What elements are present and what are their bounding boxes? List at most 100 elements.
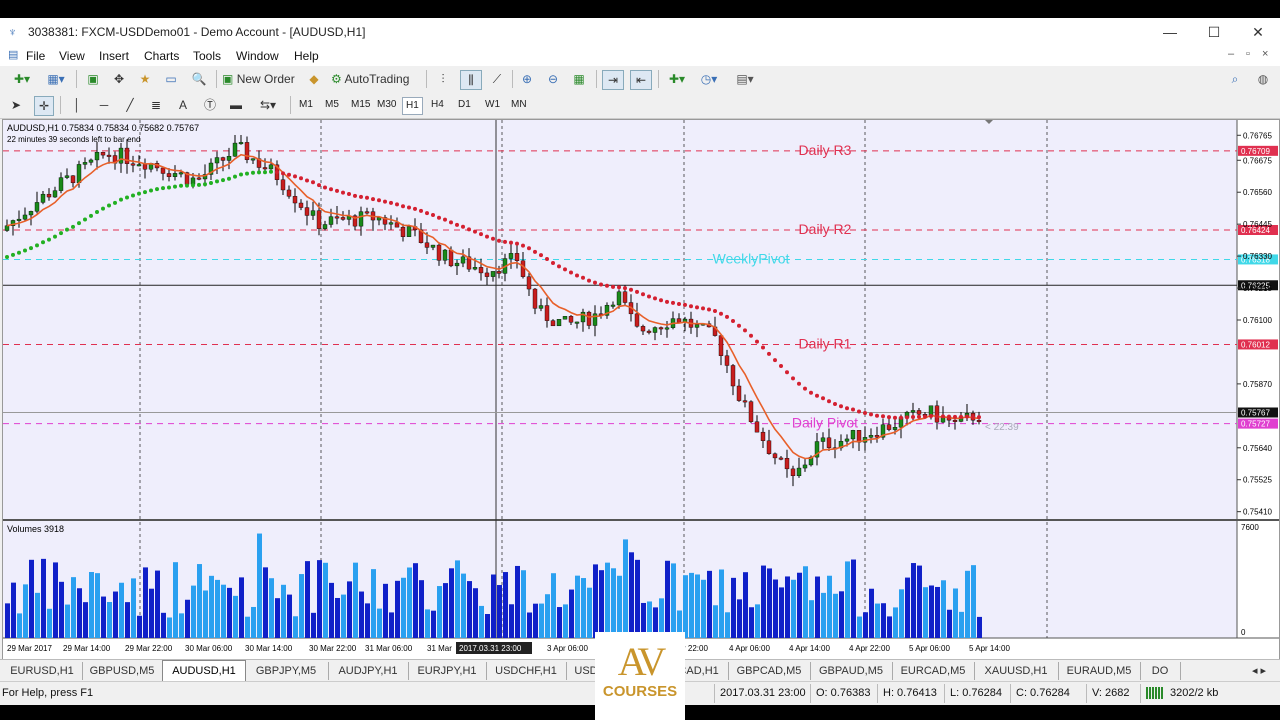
slow-ma-dot [167,185,171,190]
slow-ma-dot [605,283,609,288]
chart-tab-audjpy-h1[interactable]: AUDJPY,H1 [328,662,409,680]
arrows-icon[interactable]: ⇆▾ [254,96,282,114]
zoom-in-icon[interactable]: ⊕ [518,70,536,88]
child-minimize-icon[interactable]: – [1228,48,1234,60]
chart-tab-audusd-h1[interactable]: AUDUSD,H1 [162,660,246,682]
chart-tab-gbpaud-m5[interactable]: GBPAUD,M5 [810,662,893,680]
volume-bar [185,599,190,638]
candle-body [28,211,34,216]
autoscroll-icon[interactable]: ⇥ [602,70,624,90]
slow-ma-dot [425,211,429,216]
volume-bar [857,616,862,638]
chart-tab-gbpjpy-m5[interactable]: GBPJPY,M5 [244,662,329,680]
profiles-icon[interactable]: ▦▾ [42,70,70,88]
volume-bar [371,569,376,638]
periods-icon[interactable]: ◷▾ [696,70,722,88]
timeframe-mn[interactable]: MN [508,97,530,113]
bar-chart-icon[interactable]: ⫶ [434,70,452,88]
chart-tab-gbpcad-m5[interactable]: GBPCAD,M5 [728,662,811,680]
slow-ma-dot [383,199,387,204]
chart-tab-euraud-m5[interactable]: EURAUD,M5 [1058,662,1141,680]
autotrading-button[interactable]: ⚙ AutoTrading [331,70,421,88]
horizontal-line-icon[interactable]: ─ [96,96,112,114]
minimize-button[interactable]: — [1148,18,1192,46]
search-icon[interactable]: ⌕ [1226,70,1244,88]
crosshair-icon[interactable]: ✛ [34,96,54,116]
chart-tab-gbpusd-m5[interactable]: GBPUSD,M5 [82,662,163,680]
text-icon[interactable]: A [176,96,190,114]
menu-insert[interactable]: Insert [99,49,129,63]
chat-icon[interactable]: ◍ [1254,70,1272,88]
cursor-icon[interactable]: ➤ [8,96,24,114]
candlestick-icon[interactable]: ⫼ [460,70,482,90]
slow-ma-dot [827,399,831,404]
indicators-icon[interactable]: ✚▾ [664,70,690,88]
price-chart[interactable]: Daily R3 0.76709Daily R2 0.76424WeeklyPivo… [3,120,1279,660]
candle-body [100,151,106,156]
price-axis-label: 0.76560 [1243,188,1272,197]
chart-tab-xauusd-h1[interactable]: XAUUSD,H1 [974,662,1059,680]
chart-tab-eurjpy-h1[interactable]: EURJPY,H1 [408,662,487,680]
tab-scroll-icon[interactable]: ◂ ▸ [1244,662,1274,680]
vertical-line-icon[interactable]: │ [70,96,84,114]
timeframe-m5[interactable]: M5 [322,97,342,113]
slow-ma-dot [791,376,795,381]
chart-tab-do[interactable]: DO [1140,662,1181,680]
new-chart-icon[interactable]: ✚▾ [8,70,36,88]
shapes-icon[interactable]: ▬ [228,96,244,114]
timeframe-w1[interactable]: W1 [482,97,503,113]
volume-bar [101,596,106,638]
market-watch-icon[interactable]: ▣ [84,70,102,88]
menu-charts[interactable]: Charts [144,49,179,63]
menu-help[interactable]: Help [294,49,319,63]
slow-ma-dot [509,240,513,245]
time-axis-label: 5 Apr 14:00 [969,644,1010,653]
child-close-icon[interactable]: × [1262,48,1268,60]
line-chart-icon[interactable]: ⟋ [488,70,506,88]
data-window-icon[interactable]: ✥ [110,70,128,88]
zoom-out-icon[interactable]: ⊖ [544,70,562,88]
timeframe-m15[interactable]: M15 [348,97,373,113]
volume-bar [29,559,34,638]
terminal-icon[interactable]: ▭ [162,70,180,88]
candle-body [472,267,478,270]
menu-window[interactable]: Window [236,49,279,63]
volume-bar [305,561,310,638]
channel-icon[interactable]: ≣ [148,96,164,114]
expert-icon[interactable]: ◆ [305,70,323,88]
volume-bar [695,574,700,638]
volume-bar [593,564,598,638]
candle-body [976,419,982,422]
new-order-button[interactable]: ▣ New Order [222,70,300,88]
chart-shift-icon[interactable]: ⇤ [630,70,652,90]
timeframe-h1[interactable]: H1 [402,97,423,115]
trendline-icon[interactable]: ╱ [122,96,138,114]
child-restore-icon[interactable]: ▫ [1246,48,1250,60]
volume-bar [263,567,268,638]
volume-bar [323,562,328,638]
chart-window[interactable]: Daily R3 0.76709 Daily R2 0.76424 WeeklyPivo… [2,119,1280,661]
close-button[interactable]: ✕ [1236,18,1280,46]
slow-ma-dot [575,273,579,278]
slow-ma-dot [77,221,81,226]
timeframe-h4[interactable]: H4 [428,97,447,113]
maximize-button[interactable]: ☐ [1192,18,1236,46]
tile-windows-icon[interactable]: ▦ [570,70,588,88]
slow-ma-dot [731,318,735,323]
timeframe-m1[interactable]: M1 [296,97,316,113]
menu-tools[interactable]: Tools [193,49,221,63]
slow-ma-dot [449,220,453,225]
text-label-icon[interactable]: Ⓣ [202,96,218,114]
timeframe-d1[interactable]: D1 [455,97,474,113]
menu-view[interactable]: View [59,49,85,63]
chart-tab-eurusd-h1[interactable]: EURUSD,H1 [2,662,83,680]
chart-tab-usdchf-h1[interactable]: USDCHF,H1 [486,662,567,680]
menu-file[interactable]: File [26,49,45,63]
candle-body [760,431,766,441]
volume-bar [71,577,76,638]
chart-tab-eurcad-m5[interactable]: EURCAD,M5 [892,662,975,680]
timeframe-m30[interactable]: M30 [374,97,399,113]
tester-icon[interactable]: 🔍 [190,70,208,88]
navigator-icon[interactable]: ★ [136,70,154,88]
templates-icon[interactable]: ▤▾ [730,70,760,88]
